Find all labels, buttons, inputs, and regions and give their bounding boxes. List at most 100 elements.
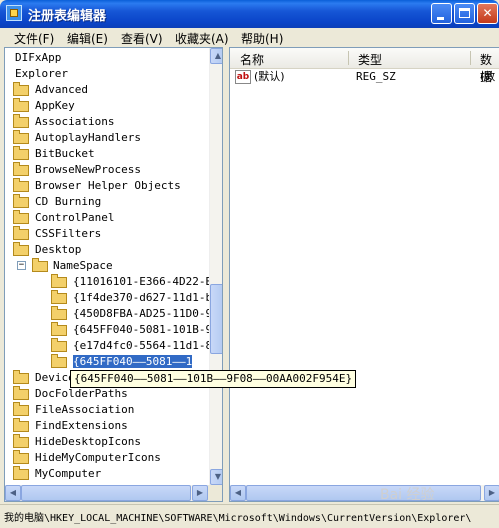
tree-item-label: {450D8FBA-AD25-11D0-98 [73, 307, 219, 320]
watermark: Bai 经验 [380, 487, 435, 503]
tree-item-label: FileAssociation [35, 403, 135, 416]
column-divider[interactable] [470, 51, 471, 65]
menu-edit[interactable]: 编辑(E) [67, 30, 108, 47]
tree-item-explorer[interactable]: Explorer [15, 66, 68, 82]
folder-icon [13, 210, 29, 224]
tree-item-guid[interactable]: {450D8FBA-AD25-11D0-98 [51, 306, 219, 322]
menu-view[interactable]: 查看(V) [121, 30, 163, 47]
values-list[interactable]: 名称 类型 数据 ab (默认) REG_SZ (数 ◀ ▶ [229, 47, 499, 502]
tree-item-device[interactable]: Device [13, 370, 75, 386]
value-data: (数 [480, 70, 496, 83]
folder-icon [51, 290, 67, 304]
h-scroll-thumb[interactable] [21, 485, 191, 501]
tree-item-label: {11016101-E366-4D22-BC [73, 275, 219, 288]
tree-item-browser-helper-objects[interactable]: Browser Helper Objects [13, 178, 181, 194]
tree-item-label: {645FF040-5081-101B-9F [73, 323, 219, 336]
scroll-corner [208, 485, 222, 501]
window-title: 注册表编辑器 [28, 9, 107, 24]
close-icon: ✕ [482, 6, 493, 20]
minimize-icon [437, 17, 444, 20]
tree-item-fileassociation[interactable]: FileAssociation [13, 402, 134, 418]
tree-item-label: MyComputer [35, 467, 102, 480]
scroll-up-button[interactable]: ▲ [210, 48, 222, 64]
menu-help[interactable]: 帮助(H) [241, 30, 283, 47]
tree-item-namespace[interactable]: − NameSpace [17, 258, 113, 274]
folder-icon [13, 114, 29, 128]
tree-item-desktop[interactable]: Desktop [13, 242, 81, 258]
title-bar[interactable]: 注册表编辑器 ✕ [0, 0, 499, 28]
tree-item-label: BitBucket [35, 147, 95, 160]
regedit-window: 注册表编辑器 ✕ 文件(F) 编辑(E) 查看(V) 收藏夹(A) 帮助(H) … [0, 0, 499, 528]
tree-item-guid[interactable]: {645FF040-5081-101B-9F [51, 322, 219, 338]
tree-item-hidedesktopicons[interactable]: HideDesktopIcons [13, 434, 141, 450]
tree-item-appkey[interactable]: AppKey [13, 98, 75, 114]
tree-item-label: {645FF040——5081——1 [73, 355, 193, 368]
tree-item-associations[interactable]: Associations [13, 114, 114, 130]
scroll-thumb[interactable] [210, 284, 222, 354]
tree-item-cssfilters[interactable]: CSSFilters [13, 226, 101, 242]
value-name: (默认) [254, 70, 285, 83]
tree-item-label: Associations [35, 115, 115, 128]
tree-item-guid-selected[interactable]: {645FF040——5081——1 [51, 354, 193, 370]
folder-icon [13, 146, 29, 160]
tree-item-label: DocFolderPaths [35, 387, 128, 400]
tree-item-autoplayhandlers[interactable]: AutoplayHandlers [13, 130, 141, 146]
folder-icon [13, 82, 29, 96]
column-type-header[interactable]: 类型 [358, 51, 382, 68]
tree-item-label: Device [35, 371, 75, 384]
folder-icon [13, 178, 29, 192]
tree-item-hidemycomputericons[interactable]: HideMyComputerIcons [13, 450, 161, 466]
collapse-icon[interactable]: − [17, 261, 26, 270]
tree-item-label: AppKey [35, 99, 75, 112]
maximize-button[interactable] [454, 3, 475, 24]
tree-item-docfolderpaths[interactable]: DocFolderPaths [13, 386, 128, 402]
scroll-right-button[interactable]: ▶ [192, 485, 208, 501]
folder-icon [13, 450, 29, 464]
list-horizontal-scrollbar[interactable]: ◀ ▶ [230, 485, 499, 501]
minimize-button[interactable] [431, 3, 452, 24]
list-header: 名称 类型 数据 [230, 48, 499, 84]
tree-item-advanced[interactable]: Advanced [13, 82, 88, 98]
tree-item-difxapp[interactable]: DIFxApp [15, 50, 61, 66]
folder-icon [51, 306, 67, 320]
tree-item-label: ControlPanel [35, 211, 115, 224]
tree-item-label: {e17d4fc0-5564-11d1-83 [73, 339, 219, 352]
tree-vertical-scrollbar[interactable]: ▲ ▼ [209, 48, 222, 485]
close-button[interactable]: ✕ [477, 3, 498, 24]
tree-item-label: CD Burning [35, 195, 102, 208]
tree-item-guid[interactable]: {1f4de370-d627-11d1-ba [51, 290, 219, 306]
folder-icon [51, 274, 67, 288]
folder-icon [13, 194, 29, 208]
folder-icon [13, 130, 29, 144]
folder-icon [13, 242, 29, 256]
registry-tree[interactable]: DIFxApp Explorer Advanced AppKey Associa… [4, 47, 223, 502]
tree-item-controlpanel[interactable]: ControlPanel [13, 210, 114, 226]
tree-item-cd-burning[interactable]: CD Burning [13, 194, 101, 210]
tree-item-bitbucket[interactable]: BitBucket [13, 146, 95, 162]
tree-item-guid[interactable]: {e17d4fc0-5564-11d1-83 [51, 338, 219, 354]
scroll-left-button[interactable]: ◀ [5, 485, 21, 501]
scroll-right-button[interactable]: ▶ [484, 485, 499, 501]
status-bar: 我的电脑\HKEY_LOCAL_MACHINE\SOFTWARE\Microso… [0, 504, 499, 528]
folder-icon [51, 354, 67, 368]
tree-item-browsenewprocess[interactable]: BrowseNewProcess [13, 162, 141, 178]
column-name-header[interactable]: 名称 [240, 51, 264, 68]
scroll-down-button[interactable]: ▼ [210, 469, 222, 485]
maximize-icon [459, 8, 470, 18]
value-row-default[interactable]: ab (默认) REG_SZ (数 [230, 69, 499, 85]
regedit-app-icon [6, 5, 22, 21]
tree-item-label: CSSFilters [35, 227, 102, 240]
menu-favorites[interactable]: 收藏夹(A) [175, 30, 229, 47]
scroll-left-button[interactable]: ◀ [230, 485, 246, 501]
tree-item-guid[interactable]: {11016101-E366-4D22-BC [51, 274, 219, 290]
tree-item-label: BrowseNewProcess [35, 163, 141, 176]
tree-horizontal-scrollbar[interactable]: ◀ ▶ [5, 485, 208, 501]
tree-item-label: HideMyComputerIcons [35, 451, 161, 464]
folder-icon [13, 98, 29, 112]
menu-file[interactable]: 文件(F) [14, 30, 54, 47]
tree-item-mycomputer[interactable]: MyComputer [13, 466, 101, 482]
folder-open-icon [32, 258, 48, 272]
h-scroll-thumb[interactable] [246, 485, 481, 501]
tree-item-findextensions[interactable]: FindExtensions [13, 418, 128, 434]
column-divider[interactable] [348, 51, 349, 65]
